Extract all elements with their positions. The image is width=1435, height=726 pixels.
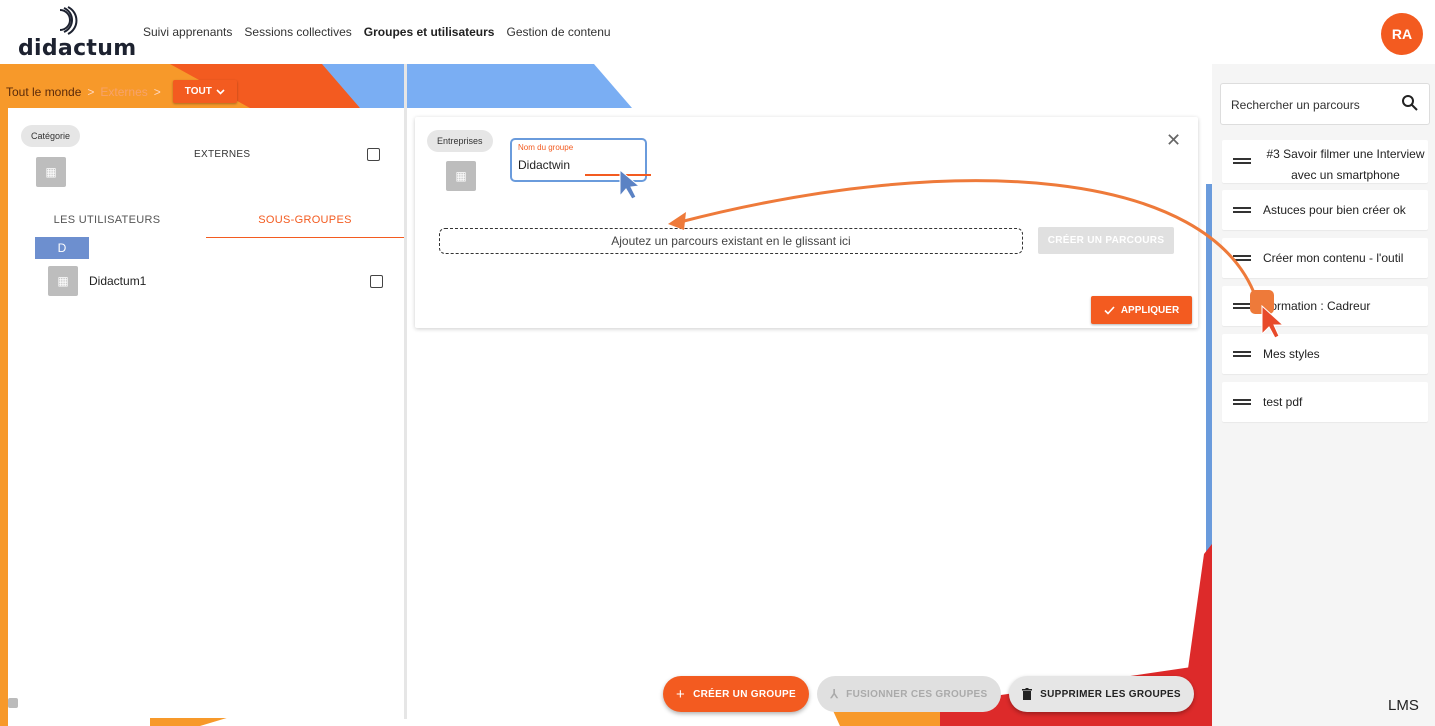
merge-groups-label: FUSIONNER CES GROUPES xyxy=(846,688,988,700)
category-name: EXTERNES xyxy=(194,149,251,160)
apply-button[interactable]: APPLIQUER xyxy=(1091,296,1192,324)
parcours-item[interactable]: #3 Savoir filmer une Interview avec un s… xyxy=(1222,140,1428,183)
field-underline xyxy=(585,174,651,176)
nav-sessions-collectives[interactable]: Sessions collectives xyxy=(244,25,351,39)
category-checkbox[interactable] xyxy=(367,148,380,161)
group-letter-header: D xyxy=(35,237,89,259)
nav-groupes-utilisateurs[interactable]: Groupes et utilisateurs xyxy=(364,25,495,39)
type-chip: Entreprises xyxy=(427,130,493,152)
parcours-item[interactable]: Créer mon contenu - l'outil xyxy=(1222,238,1428,278)
drag-handle-icon[interactable] xyxy=(1233,351,1251,357)
nav-gestion-contenu[interactable]: Gestion de contenu xyxy=(506,25,610,39)
parcours-label: Mes styles xyxy=(1263,347,1320,361)
building-icon: ▦ xyxy=(48,266,78,296)
parcours-search-input[interactable]: Rechercher un parcours xyxy=(1220,83,1430,125)
drag-handle-icon[interactable] xyxy=(1233,255,1251,261)
parcours-label: Astuces pour bien créer ok xyxy=(1263,203,1406,217)
search-placeholder: Rechercher un parcours xyxy=(1231,98,1360,112)
parcours-label: Créer mon contenu - l'outil xyxy=(1263,251,1404,265)
category-chip: Catégorie xyxy=(21,125,81,147)
parcours-item[interactable]: Formation : Cadreur xyxy=(1222,286,1428,326)
create-group-button[interactable]: + CRÉER UN GROUPE xyxy=(663,676,809,712)
parcours-label: #3 Savoir filmer une Interview xyxy=(1266,147,1425,161)
left-tabs: LES UTILISATEURS SOUS-GROUPES xyxy=(8,212,404,238)
check-icon xyxy=(1104,305,1115,315)
merge-icon: ⅄ xyxy=(830,687,839,701)
parcours-item[interactable]: Mes styles xyxy=(1222,334,1428,374)
create-group-label: CRÉER UN GROUPE xyxy=(693,688,796,700)
left-panel xyxy=(8,112,404,718)
panel-divider xyxy=(404,64,407,719)
drag-handle-icon[interactable] xyxy=(1233,303,1251,309)
delete-groups-label: SUPPRIMER LES GROUPES xyxy=(1040,688,1181,700)
breadcrumb-separator: > xyxy=(153,84,161,99)
info-icon[interactable] xyxy=(8,698,18,708)
tab-utilisateurs[interactable]: LES UTILISATEURS xyxy=(8,212,206,238)
close-icon[interactable]: ✕ xyxy=(1166,131,1181,149)
search-icon[interactable] xyxy=(1401,94,1419,112)
breadcrumb-current[interactable]: Externes xyxy=(100,85,147,99)
lms-logo: LMS xyxy=(1388,697,1419,714)
breadcrumb-separator: > xyxy=(87,84,95,99)
drag-handle-icon[interactable] xyxy=(1233,158,1251,164)
apply-label: APPLIQUER xyxy=(1120,304,1180,316)
filter-label: TOUT xyxy=(184,86,212,97)
create-parcours-button[interactable]: CRÉER UN PARCOURS xyxy=(1038,227,1174,254)
delete-groups-button[interactable]: SUPPRIMER LES GROUPES xyxy=(1009,676,1194,712)
logo-mark-icon xyxy=(59,6,78,35)
merge-groups-button[interactable]: ⅄ FUSIONNER CES GROUPES xyxy=(817,676,1001,712)
trash-icon xyxy=(1022,688,1033,700)
plus-icon: + xyxy=(676,685,686,703)
drag-handle-icon[interactable] xyxy=(1233,207,1251,213)
parcours-label: Formation : Cadreur xyxy=(1263,299,1371,313)
didactum-logo[interactable]: didactum xyxy=(18,6,136,62)
drop-zone-text: Ajoutez un parcours existant en le gliss… xyxy=(611,234,851,248)
group-name-input[interactable]: Didactwin xyxy=(518,158,570,172)
user-avatar[interactable]: RA xyxy=(1381,13,1423,55)
building-icon: ▦ xyxy=(446,161,476,191)
nav-suivi-apprenants[interactable]: Suivi apprenants xyxy=(143,25,232,39)
main-nav: Suivi apprenants Sessions collectives Gr… xyxy=(143,25,611,39)
top-header: didactum Suivi apprenants Sessions colle… xyxy=(0,0,1435,64)
parcours-drop-zone[interactable]: Ajoutez un parcours existant en le gliss… xyxy=(439,228,1023,254)
parcours-label: test pdf xyxy=(1263,395,1303,409)
logo-text: didactum xyxy=(18,36,137,61)
parcours-item[interactable]: Astuces pour bien créer ok xyxy=(1222,190,1428,230)
chevron-down-icon xyxy=(216,88,225,95)
parcours-item[interactable]: test pdf xyxy=(1222,382,1428,422)
breadcrumb: Tout le monde > Externes > TOUT xyxy=(6,80,237,103)
subgroup-name[interactable]: Didactum1 xyxy=(89,274,146,288)
breadcrumb-root[interactable]: Tout le monde xyxy=(6,85,81,99)
subgroup-checkbox[interactable] xyxy=(370,275,383,288)
tab-sous-groupes[interactable]: SOUS-GROUPES xyxy=(206,212,404,238)
group-name-label: Nom du groupe xyxy=(518,143,574,152)
building-icon: ▦ xyxy=(36,157,66,187)
drag-handle-icon[interactable] xyxy=(1233,399,1251,405)
parcours-label-line2: avec un smartphone xyxy=(1291,168,1400,182)
filter-dropdown-button[interactable]: TOUT xyxy=(172,80,237,103)
